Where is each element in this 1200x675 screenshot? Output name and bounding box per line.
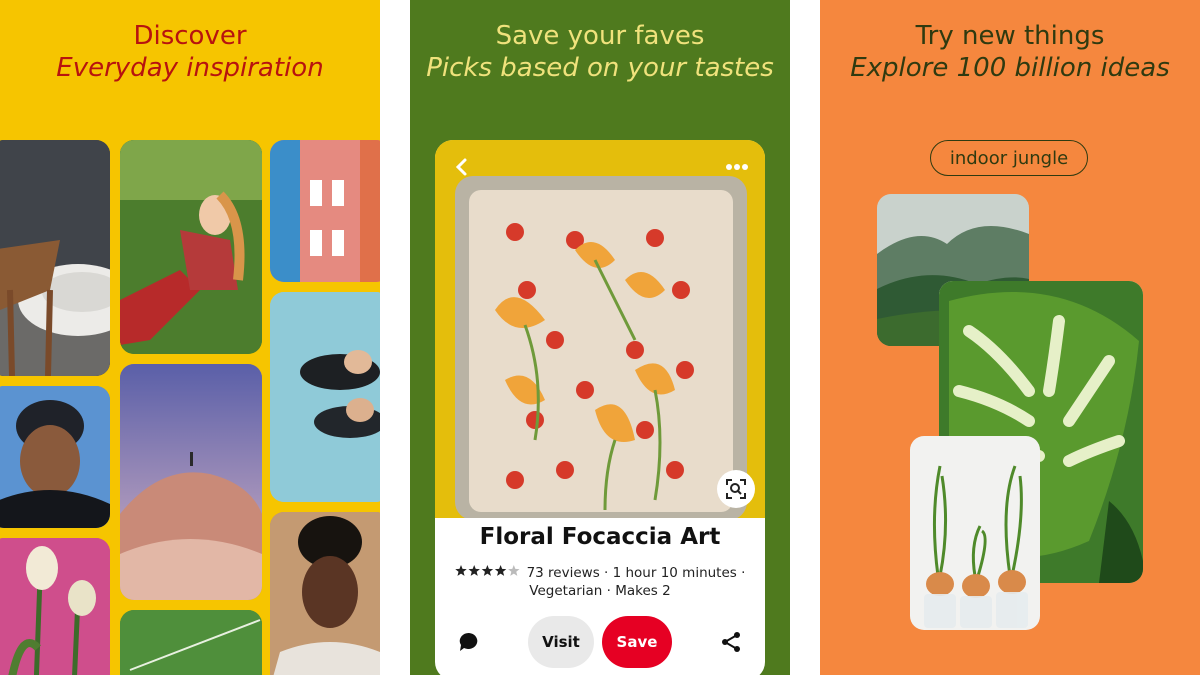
headline: Discover Everyday inspiration	[0, 20, 380, 84]
pin-meta-line1: 73 reviews · 1 hour 10 minutes ·	[526, 565, 746, 581]
headline-title: Discover	[133, 21, 247, 51]
star-filled-icon	[481, 565, 493, 576]
panel-save: Save your faves Picks based on your tast…	[410, 0, 790, 675]
headline: Try new things Explore 100 billion ideas	[820, 20, 1200, 84]
chevron-left-icon[interactable]	[449, 154, 475, 180]
panel-explore: Try new things Explore 100 billion ideas…	[820, 0, 1200, 675]
headline: Save your faves Picks based on your tast…	[410, 20, 790, 84]
pin-tulips[interactable]	[0, 538, 110, 675]
headline-subtitle: Picks based on your tastes	[426, 53, 774, 83]
comment-icon[interactable]	[455, 628, 483, 656]
pin-onion-sprouts[interactable]	[910, 436, 1040, 630]
headline-subtitle: Explore 100 billion ideas	[850, 53, 1170, 83]
visual-search-icon[interactable]	[717, 470, 755, 508]
headline-title: Save your faves	[495, 21, 705, 51]
headline-subtitle: Everyday inspiration	[56, 53, 324, 83]
pin-image-focaccia[interactable]	[435, 140, 765, 520]
headline-title: Try new things	[915, 21, 1105, 51]
pin-closeup-card: Floral Focaccia Art 73 reviews · 1 hour …	[435, 140, 765, 675]
save-button[interactable]: Save	[602, 616, 672, 668]
search-term-chip[interactable]: indoor jungle	[930, 140, 1088, 176]
pin-chair-photo[interactable]	[0, 140, 110, 376]
share-icon[interactable]	[717, 628, 745, 656]
pin-meta: 73 reviews · 1 hour 10 minutes · Vegetar…	[435, 564, 765, 600]
panel-discover: Discover Everyday inspiration	[0, 0, 380, 675]
star-filled-icon	[468, 565, 480, 576]
pin-desert-rocks[interactable]	[120, 364, 262, 600]
pin-meta-line2: Vegetarian · Makes 2	[529, 583, 671, 599]
pin-title: Floral Focaccia Art	[479, 524, 721, 550]
visit-button[interactable]: Visit	[528, 616, 594, 668]
pin-soccer-field[interactable]	[120, 610, 262, 675]
pin-woman-on-grass[interactable]	[120, 140, 262, 354]
pin-colorful-buildings[interactable]	[270, 140, 380, 282]
star-filled-icon	[494, 565, 506, 576]
star-filled-icon	[454, 565, 467, 576]
pin-woman-portrait[interactable]	[270, 512, 380, 675]
pin-portrait-man[interactable]	[0, 386, 110, 528]
pin-women-in-water[interactable]	[270, 292, 380, 502]
star-empty-icon	[507, 565, 520, 576]
rating-stars	[454, 564, 521, 582]
more-horizontal-icon[interactable]	[723, 154, 751, 180]
